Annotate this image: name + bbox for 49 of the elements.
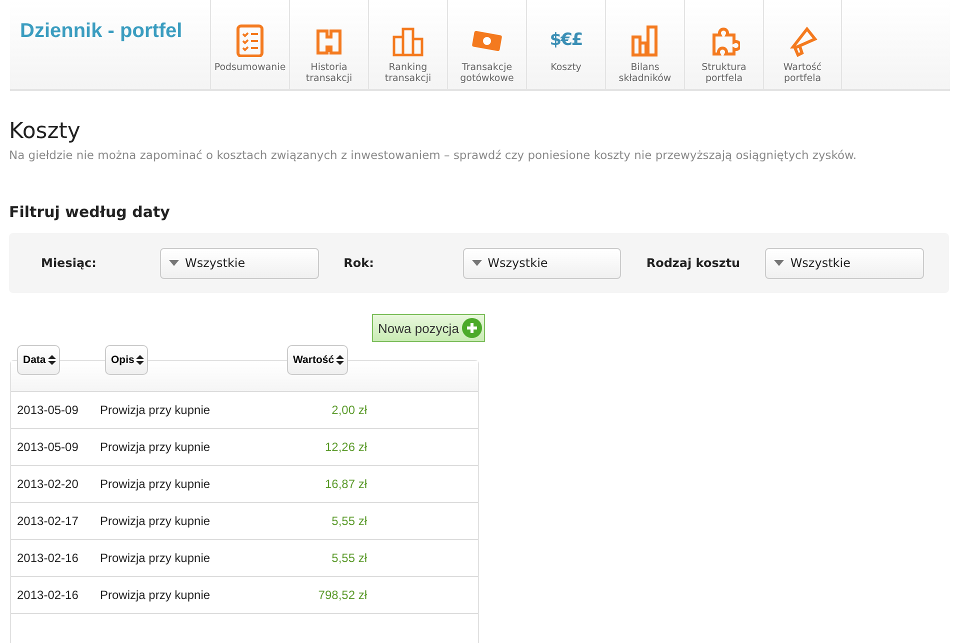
dropdown[interactable]: Wszystkie xyxy=(765,248,924,279)
table-cell-text: 2013-05-09 xyxy=(16,403,80,418)
nav-item[interactable]: Historia transakcji xyxy=(289,0,368,89)
caret-icon xyxy=(472,260,482,266)
dropdown[interactable]: Wszystkie xyxy=(462,248,622,279)
table-cell-text: Prowizja przy kupnie xyxy=(100,588,212,602)
add-button[interactable]: Nowa pozycja xyxy=(372,314,485,342)
table-cell-text: 16,87 zł xyxy=(324,477,367,492)
plus-icon xyxy=(462,318,482,338)
sort-icon xyxy=(136,355,144,366)
column-header[interactable]: Opis xyxy=(105,345,148,376)
nav-item[interactable]: Wartość portfela xyxy=(763,0,842,89)
table-cell-text: 2013-02-17 xyxy=(16,514,80,528)
column-header[interactable]: Wartość xyxy=(287,345,348,376)
table-cell-text: 2013-02-16 xyxy=(16,551,80,566)
table-cell-text: 798,52 zł xyxy=(317,588,367,602)
clipboard-list-icon xyxy=(234,23,266,57)
table-cell-text: 5,55 zł xyxy=(330,514,367,528)
nav-item[interactable]: Bilans składników xyxy=(605,0,684,89)
nav-item[interactable]: Transakcje gotówkowe xyxy=(447,0,526,89)
table-cell-text: Prowizja przy kupnie xyxy=(100,403,212,418)
table-cell-text: 2013-02-20 xyxy=(16,477,80,492)
nav-item[interactable]: Struktura portfela xyxy=(684,0,763,89)
table-cell-text: Prowizja przy kupnie xyxy=(100,477,212,492)
section-heading: Filtruj według daty xyxy=(9,202,171,223)
currency-icon: $€£ xyxy=(550,30,582,50)
caret-icon xyxy=(168,260,179,266)
table-cell-text: 2013-02-16 xyxy=(16,588,80,602)
filter-label: Miesiąc: xyxy=(41,255,98,272)
column-header[interactable]: Data xyxy=(17,345,60,376)
table-cell-text: 2,00 zł xyxy=(330,403,367,418)
table-cell-text: 5,55 zł xyxy=(330,551,367,566)
page-title: Koszty xyxy=(9,119,82,146)
filter-label: Rodzaj kosztu xyxy=(646,255,742,272)
table-cell-text: Prowizja przy kupnie xyxy=(100,514,212,528)
nav-item[interactable]: $€£ Koszty xyxy=(526,0,605,89)
nav-item[interactable]: Podsumowanie xyxy=(210,0,289,89)
page-description: Na giełdzie nie można zapominać o kosztach związanych z inwestowaniem – sprawdź czy poniesione koszty nie przewyższają osiągniętych zysków. xyxy=(9,147,858,164)
table-cell-text: Prowizja przy kupnie xyxy=(100,551,212,566)
nav-item[interactable]: Ranking transakcji xyxy=(368,0,447,89)
app-title: Dziennik - portfel xyxy=(19,19,184,44)
sort-icon xyxy=(48,355,56,366)
caret-icon xyxy=(774,260,784,266)
table-cell-text: 2013-05-09 xyxy=(16,440,80,454)
table-cell-text: Prowizja przy kupnie xyxy=(100,440,212,454)
dropdown[interactable]: Wszystkie xyxy=(160,248,319,279)
sort-icon xyxy=(336,355,344,366)
filter-label: Rok: xyxy=(344,255,375,272)
table-cell-text: 12,26 zł xyxy=(324,440,367,454)
